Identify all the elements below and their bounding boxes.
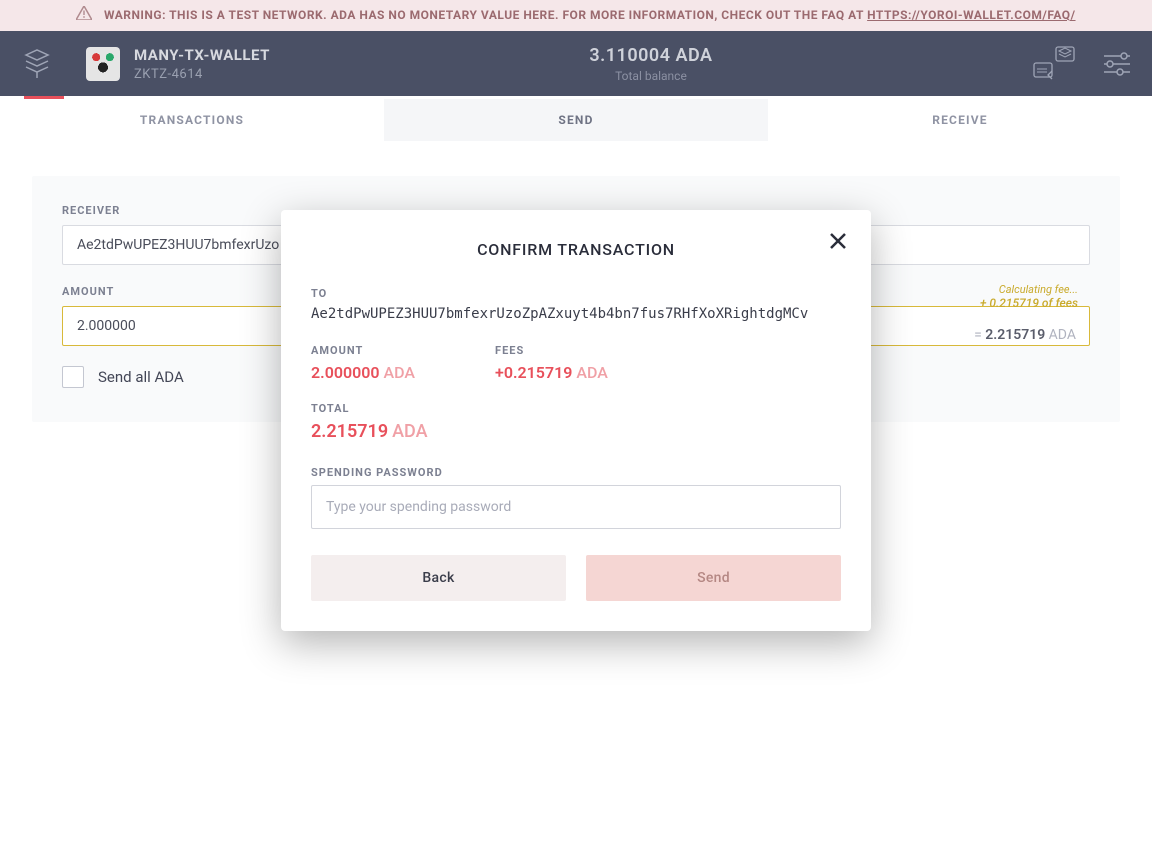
back-button[interactable]: Back [311,555,566,601]
balance-block: 3.110004 ADA Total balance [270,45,1032,83]
send-all-label: Send all ADA [98,368,184,386]
amount-block: AMOUNT 2.000000ADA [311,344,415,382]
warning-icon [76,6,92,26]
test-network-warning: WARNING: THIS IS A TEST NETWORK. ADA HAS… [0,0,1152,31]
warning-faq-link[interactable]: HTTPS://YOROI-WALLET.COM/FAQ/ [867,8,1075,22]
calculating-fee-text: Calculating fee... [980,283,1078,296]
fees-inline-text: + 0.215719 of fees [980,296,1078,310]
balance-value: 3.110004 ADA [270,45,1032,66]
modal-amount-value: 2.000000ADA [311,363,415,382]
settings-icon[interactable] [1102,50,1132,78]
spending-password-input[interactable] [311,485,841,529]
balance-label: Total balance [270,69,1032,83]
spending-password-label: SPENDING PASSWORD [311,466,841,479]
modal-title: CONFIRM TRANSACTION [281,240,871,259]
app-logo-icon[interactable] [20,47,54,81]
tab-receive[interactable]: RECEIVE [768,99,1152,141]
tab-transactions[interactable]: TRANSACTIONS [0,99,384,141]
modal-total-label: TOTAL [311,402,841,415]
to-label: TO [303,287,841,300]
app-header: MANY-TX-WALLET ZKTZ-4614 3.110004 ADA To… [0,31,1152,96]
warning-text: WARNING: THIS IS A TEST NETWORK. ADA HAS… [104,8,867,22]
wallet-code: ZKTZ-4614 [134,67,270,82]
wallet-name: MANY-TX-WALLET [134,46,270,64]
close-icon[interactable] [829,230,847,254]
modal-fees-value: +0.215719ADA [495,363,608,382]
send-all-checkbox[interactable] [62,366,84,388]
wallet-meta: MANY-TX-WALLET ZKTZ-4614 [134,46,270,82]
fees-block: FEES +0.215719ADA [495,344,608,382]
modal-fees-label: FEES [495,344,608,357]
modal-amount-label: AMOUNT [311,344,415,357]
total-block: TOTAL 2.215719ADA [311,402,841,442]
confirm-transaction-modal: CONFIRM TRANSACTION TO Ae2tdPwUPEZ3HUU7b… [281,210,871,631]
wallet-tabs: TRANSACTIONS SEND RECEIVE [0,99,1152,142]
send-button[interactable]: Send [586,555,841,601]
modal-total-value: 2.215719ADA [311,421,841,442]
wallet-avatar-icon [86,47,120,81]
to-address: Ae2tdPwUPEZ3HUU7bmfexrUzoZpAZxuyt4b4bn7f… [303,306,841,322]
tab-send[interactable]: SEND [384,99,768,141]
wallets-icon[interactable] [1032,45,1076,83]
amount-total-inline: = 2.215719 ADA [974,327,1076,343]
